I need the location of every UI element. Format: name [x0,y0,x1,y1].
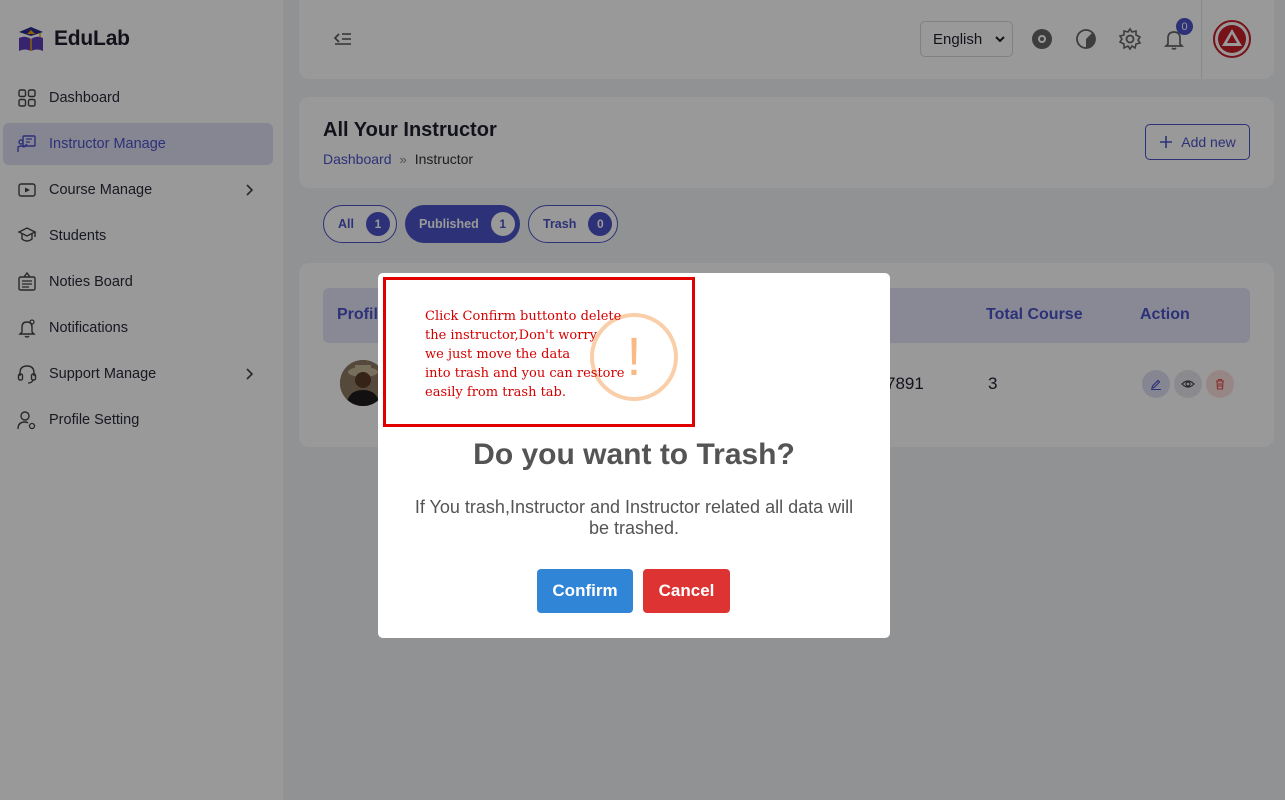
annotation-line: easily from trash tab. [425,385,567,400]
dialog-message: If You trash,Instructor and Instructor r… [414,497,854,538]
dialog-title: Do you want to Trash? [473,438,795,471]
confirm-button[interactable]: Confirm [537,569,633,613]
annotation-line: into trash and you can restore [425,366,625,381]
cancel-button[interactable]: Cancel [643,569,730,613]
annotation-line: the instructor,Don't worry [425,328,597,343]
annotation-line: Click Confirm buttonto delete [425,309,622,324]
annotation-line: we just move the data [425,347,571,362]
annotation-note: Click Confirm buttonto delete the instru… [425,307,635,402]
